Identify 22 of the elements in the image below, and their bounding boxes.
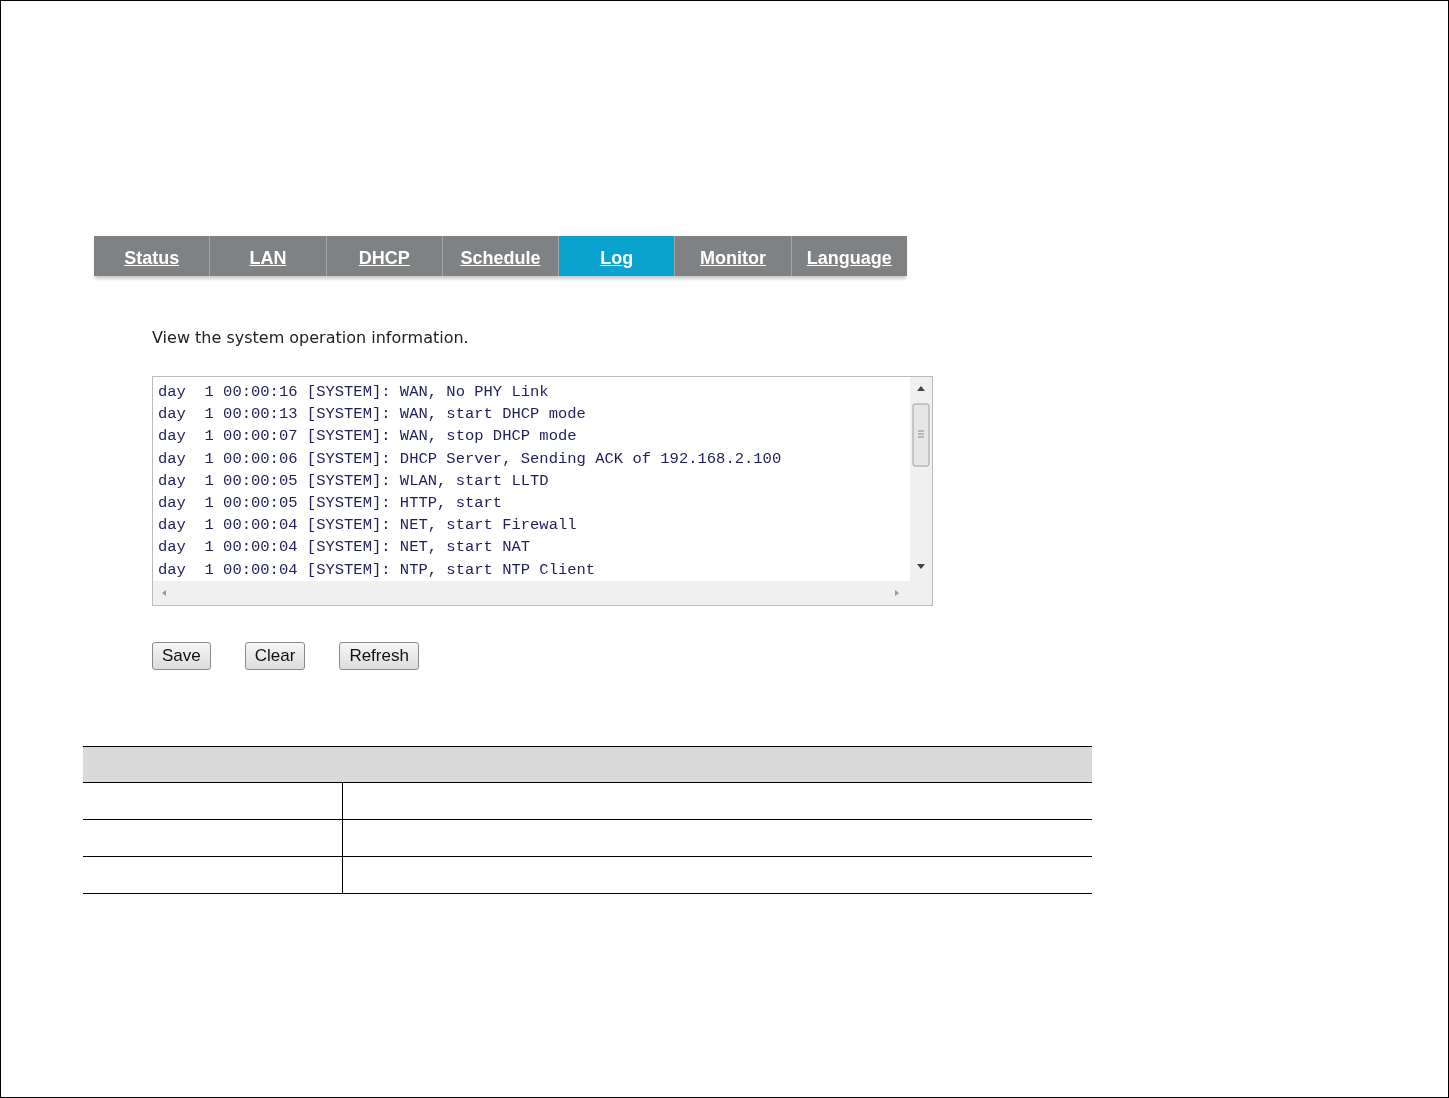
log-line: day 1 00:00:05 [SYSTEM]: HTTP, start bbox=[158, 493, 504, 514]
action-button[interactable]: Save bbox=[152, 642, 211, 670]
action-button[interactable]: Clear bbox=[244, 642, 306, 670]
vertical-scrollbar[interactable] bbox=[910, 377, 932, 581]
log-line: day 1 00:00:05 [SYSTEM]: WLAN, start LLTD bbox=[158, 470, 550, 492]
nav-tab[interactable]: Language bbox=[790, 236, 907, 276]
log-line: day 1 00:00:16 [SYSTEM]: WAN, No PHY Link bbox=[158, 382, 550, 403]
nav-tab[interactable]: Monitor bbox=[674, 236, 791, 276]
log-line: day 1 00:00:06 [SYSTEM]: DHCP Server, Sending ACK of 192.168.2.100 bbox=[158, 448, 783, 470]
log-line: day 1 00:00:04 [SYSTEM]: NET, start NAT bbox=[158, 537, 532, 559]
nav-tab[interactable]: LAN bbox=[209, 236, 326, 276]
log-line: day 1 00:00:04 [SYSTEM]: NET, start Firewall bbox=[158, 515, 578, 537]
log-textarea[interactable] bbox=[152, 376, 933, 606]
horizontal-scrollbar[interactable] bbox=[153, 581, 910, 605]
log-line: day 1 00:00:07 [SYSTEM]: WAN, stop DHCP mode bbox=[158, 426, 578, 448]
nav-tab[interactable]: Status bbox=[94, 236, 210, 276]
log-line: day 1 00:00:04 [SYSTEM]: NTP, start NTP Client bbox=[158, 559, 597, 581]
description-text: View the system operation information. bbox=[152, 328, 470, 347]
nav-tab[interactable]: DHCP bbox=[325, 236, 442, 276]
nav-tab[interactable]: Log bbox=[558, 236, 675, 276]
action-button[interactable]: Refresh bbox=[339, 642, 419, 670]
log-line: day 1 00:00:13 [SYSTEM]: WAN, start DHCP mode bbox=[158, 404, 587, 426]
